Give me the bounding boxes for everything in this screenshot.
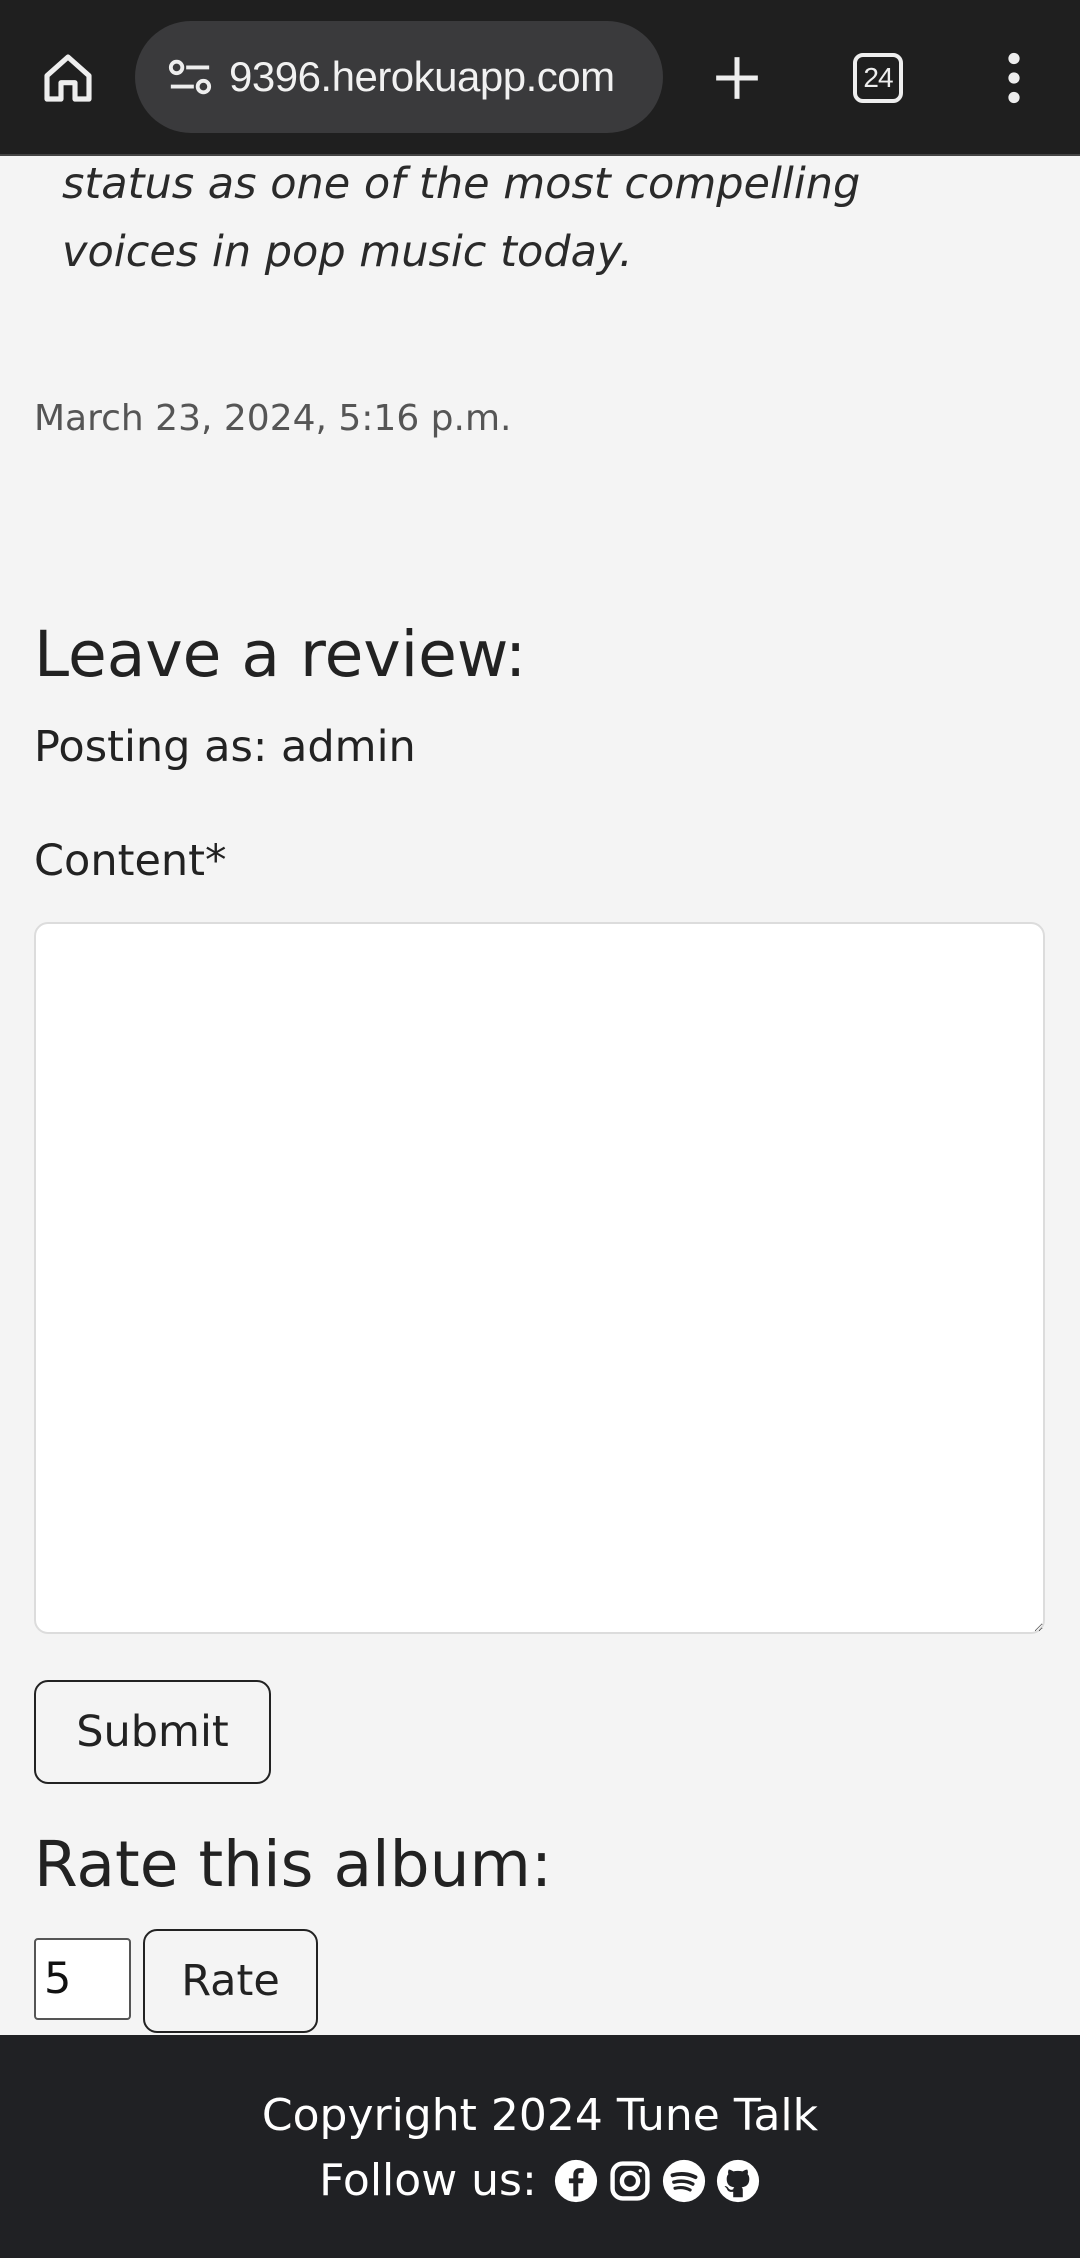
browser-menu-button[interactable] — [984, 40, 1044, 116]
review-excerpt: status as one of the most compelling voi… — [62, 150, 1022, 286]
review-date: March 23, 2024, 5:16 p.m. — [34, 398, 512, 439]
home-icon — [44, 54, 92, 102]
posting-as-text: Posting as: admin — [34, 722, 416, 772]
browser-toolbar: 9396.herokuapp.com 24 — [0, 0, 1080, 156]
facebook-icon[interactable] — [553, 2158, 599, 2204]
home-button[interactable] — [28, 40, 108, 116]
spotify-icon[interactable] — [661, 2158, 707, 2204]
address-bar[interactable]: 9396.herokuapp.com — [135, 21, 663, 133]
submit-button[interactable]: Submit — [34, 1680, 271, 1784]
follow-row: Follow us: — [0, 2155, 1080, 2206]
tab-switcher-button[interactable]: 24 — [842, 44, 914, 112]
content-label: Content* — [34, 836, 227, 886]
leave-review-heading: Leave a review: — [34, 618, 527, 691]
site-settings-icon[interactable] — [155, 57, 225, 97]
github-icon[interactable] — [715, 2158, 761, 2204]
new-tab-button[interactable] — [700, 38, 774, 118]
rating-input[interactable] — [34, 1938, 131, 2020]
social-links — [553, 2158, 761, 2204]
plus-icon — [716, 57, 758, 99]
url-text: 9396.herokuapp.com — [229, 53, 615, 100]
tab-count: 24 — [853, 53, 903, 103]
instagram-icon[interactable] — [607, 2158, 653, 2204]
copyright-text: Copyright 2024 Tune Talk — [261, 2090, 819, 2141]
rate-album-heading: Rate this album: — [34, 1828, 553, 1901]
more-vert-icon — [1008, 52, 1020, 104]
review-excerpt-line: voices in pop music today. — [62, 227, 633, 277]
follow-label: Follow us: — [319, 2155, 537, 2206]
review-excerpt-line: status as one of the most compelling — [62, 159, 861, 209]
rate-button[interactable]: Rate — [143, 1929, 318, 2033]
content-textarea[interactable] — [34, 922, 1045, 1634]
site-footer: Copyright 2024 Tune Talk Follow us: — [0, 2035, 1080, 2258]
